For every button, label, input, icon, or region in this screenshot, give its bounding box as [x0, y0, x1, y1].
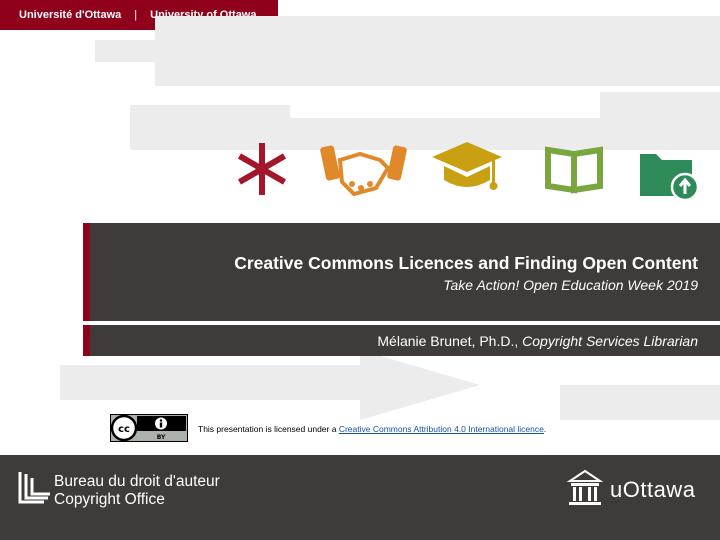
cc-by-label: BY — [157, 434, 166, 441]
open-book-icon — [545, 146, 603, 194]
license-link[interactable]: Creative Commons Attribution 4.0 Interna… — [339, 424, 544, 434]
license-period: . — [543, 424, 547, 434]
presentation-subtitle: Take Action! Open Education Week 2019 — [443, 277, 698, 293]
uottawa-wordmark: uOttawa — [610, 477, 696, 502]
license-text: This presentation is licensed under a — [198, 424, 339, 434]
author-role: Copyright Services Librarian — [522, 333, 698, 349]
graduation-cap-icon — [432, 142, 502, 190]
folder-upload-icon — [640, 154, 700, 202]
handshake-icon — [320, 145, 407, 197]
author-band: Mélanie Brunet, Ph.D., Copyright Service… — [83, 325, 720, 356]
footer-bar: Bureau du droit d'auteur Copyright Offic… — [0, 455, 720, 540]
author-line: Mélanie Brunet, Ph.D., Copyright Service… — [377, 333, 698, 349]
svg-text:cc: cc — [118, 424, 130, 435]
uottawa-building-icon — [566, 469, 604, 505]
icon-row — [237, 142, 700, 202]
license-statement: This presentation is licensed under a Cr… — [198, 424, 546, 434]
cc-by-badge: cc BY — [110, 414, 188, 442]
copyright-office-logo-icon — [18, 472, 50, 504]
copyright-office-name: Bureau du droit d'auteur Copyright Offic… — [54, 473, 220, 509]
author-name: Mélanie Brunet, Ph.D., — [377, 333, 523, 349]
office-name-fr: Bureau du droit d'auteur — [54, 473, 220, 490]
presentation-title: Creative Commons Licences and Finding Op… — [234, 253, 698, 273]
asterisk-icon — [237, 143, 287, 195]
title-band: Creative Commons Licences and Finding Op… — [83, 223, 720, 321]
office-name-en: Copyright Office — [54, 491, 165, 508]
